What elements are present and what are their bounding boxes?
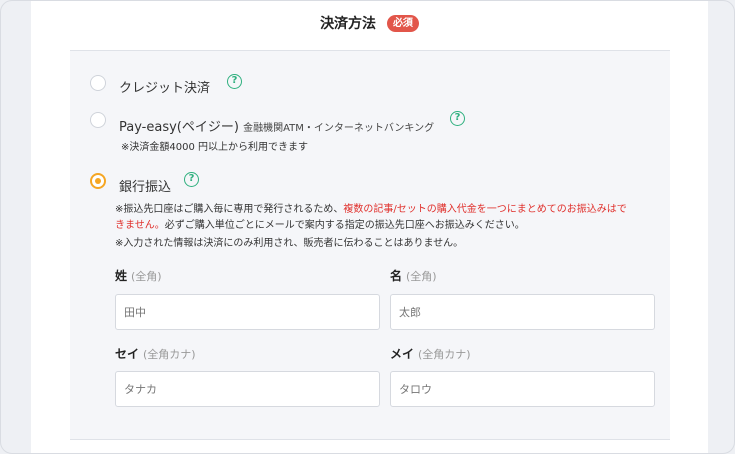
help-icon[interactable]: ? <box>450 111 465 126</box>
first-name-input[interactable] <box>390 294 655 330</box>
field-label-text: メイ <box>390 347 415 361</box>
bank-note-line3: ※入力された情報は決済にのみ利用され、販売者に伝わることはありません。 <box>115 238 464 249</box>
field-label-text: 姓 <box>115 269 128 283</box>
last-name-input[interactable] <box>115 294 380 330</box>
radio-credit[interactable] <box>90 75 106 91</box>
field-label-sei: 姓 (全角) <box>115 267 162 284</box>
option-credit-label[interactable]: クレジット決済 <box>119 77 210 96</box>
required-badge: 必須 <box>386 14 419 32</box>
radio-payeasy[interactable] <box>90 112 106 128</box>
option-payeasy-main: Pay-easy(ペイジー) <box>119 120 239 135</box>
radio-bank-transfer[interactable] <box>90 173 106 189</box>
field-label-sei-kana: セイ (全角カナ) <box>115 345 196 362</box>
first-name-kana-input[interactable] <box>390 371 655 407</box>
field-label-hint: (全角) <box>406 270 437 283</box>
field-label-hint: (全角カナ) <box>418 348 471 361</box>
field-label-mei: 名 (全角) <box>390 267 437 284</box>
field-label-mei-kana: メイ (全角カナ) <box>390 345 471 362</box>
field-label-hint: (全角) <box>131 270 162 283</box>
bank-note-line2: きません。必ずご購入単位ごとにメールで案内する指定の振込先口座へお振込みください… <box>115 218 525 234</box>
payeasy-note: ※決済金額4000 円以上から利用できます <box>121 142 309 153</box>
section-title: 決済方法 <box>320 16 377 32</box>
field-label-hint: (全角カナ) <box>143 348 196 361</box>
section-header: 決済方法 必須 <box>31 13 708 39</box>
bank-note-warning: きません。 <box>115 220 165 231</box>
bank-note-warning: 複数の記事/セットの購入代金を一つにまとめてのお振込みはで <box>343 204 627 215</box>
last-name-kana-input[interactable] <box>115 371 380 407</box>
field-label-text: セイ <box>115 347 140 361</box>
option-payeasy-sub: 金融機関ATM・インターネットバンキング <box>243 123 435 134</box>
help-icon[interactable]: ? <box>227 74 242 89</box>
option-payeasy-label[interactable]: Pay-easy(ペイジー) 金融機関ATM・インターネットバンキング <box>119 116 434 135</box>
help-icon[interactable]: ? <box>184 172 199 187</box>
payment-card: 決済方法 必須 クレジット決済 ? Pay-easy(ペイジー) 金融機関ATM… <box>31 1 708 453</box>
field-label-text: 名 <box>390 269 403 283</box>
bank-note-text: 必ずご購入単位ごとにメールで案内する指定の振込先口座へお振込みください。 <box>164 220 525 231</box>
option-bank-label[interactable]: 銀行振込 <box>119 176 171 195</box>
bank-note-text: ※振込先口座はご購入毎に専用で発行されるため、 <box>115 204 344 215</box>
payment-method-panel: クレジット決済 ? Pay-easy(ペイジー) 金融機関ATM・インターネット… <box>70 50 670 440</box>
bank-note-line1: ※振込先口座はご購入毎に専用で発行されるため、複数の記事/セットの購入代金を一つ… <box>115 202 627 218</box>
window-frame: 決済方法 必須 クレジット決済 ? Pay-easy(ペイジー) 金融機関ATM… <box>0 0 735 454</box>
